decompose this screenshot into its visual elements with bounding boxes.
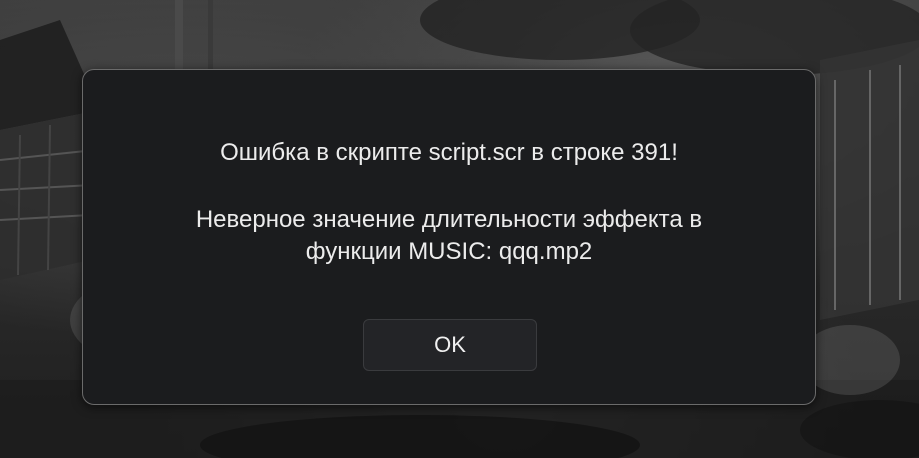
error-title-text: Ошибка в скрипте script.scr в строке 391… [220,139,678,166]
ok-button[interactable]: OK [363,319,537,371]
error-detail-line-1: Неверное значение длительности эффекта в [195,206,703,233]
error-dialog: Ошибка в скрипте script.scr в строке 391… [82,69,816,405]
error-detail-line-2: функции MUSIC: qqq.mp2 [305,238,593,265]
